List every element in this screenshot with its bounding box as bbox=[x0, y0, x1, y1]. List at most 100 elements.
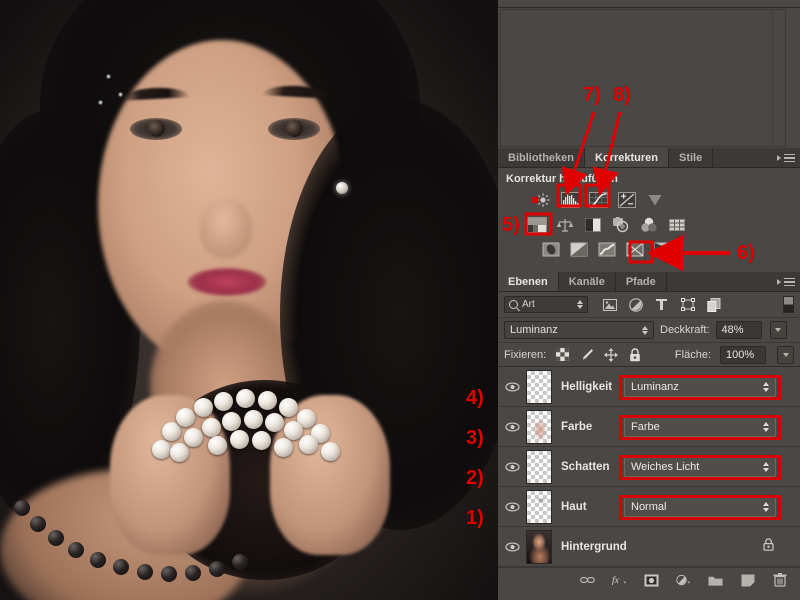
layers-panel-menu-icon[interactable] bbox=[779, 276, 795, 288]
layers-panel: Ebenen Kanäle Pfade Art bbox=[498, 272, 800, 592]
link-layers-icon[interactable] bbox=[580, 573, 595, 588]
color-balance-icon[interactable] bbox=[554, 216, 575, 233]
corrections-panel-menu-icon[interactable] bbox=[779, 152, 795, 164]
glitter-sparkle bbox=[106, 74, 111, 79]
filter-kind-select[interactable]: Art bbox=[504, 296, 588, 313]
corrections-title: Korrektur hinzufügen bbox=[498, 168, 800, 187]
layer-row-helligkeit[interactable]: Helligkeit Luminanz bbox=[498, 367, 800, 407]
layer-thumbnail[interactable] bbox=[526, 370, 552, 404]
tab-korrekturen[interactable]: Korrekturen bbox=[585, 148, 669, 167]
layer-blend-mode-select[interactable]: Farbe bbox=[624, 417, 776, 437]
opacity-label: Deckkraft: bbox=[660, 324, 710, 336]
tab-pfade[interactable]: Pfade bbox=[616, 272, 667, 291]
layer-blend-mode-select[interactable]: Weiches Licht bbox=[624, 457, 776, 477]
posterize-icon[interactable] bbox=[568, 241, 589, 258]
layer-row-haut[interactable]: Haut Normal bbox=[498, 487, 800, 527]
layer-blend-mode-value: Weiches Licht bbox=[631, 461, 699, 473]
tab-ebenen[interactable]: Ebenen bbox=[498, 272, 559, 291]
layer-mask-icon[interactable] bbox=[644, 573, 659, 588]
corrections-tabbar: Bibliotheken Korrekturen Stile bbox=[498, 148, 800, 168]
levels-icon[interactable] bbox=[560, 191, 581, 208]
black-white-icon[interactable] bbox=[582, 216, 603, 233]
lock-image-pixels-icon[interactable] bbox=[579, 347, 594, 362]
hue-saturation-icon[interactable] bbox=[526, 216, 547, 233]
layer-thumbnail[interactable] bbox=[526, 410, 552, 444]
layer-name: Haut bbox=[561, 501, 587, 513]
blend-mode-select[interactable]: Luminanz bbox=[504, 321, 654, 339]
layer-visibility-toggle[interactable] bbox=[498, 542, 526, 552]
new-adjustment-layer-icon[interactable] bbox=[676, 573, 691, 588]
chevron-updown-icon bbox=[642, 326, 648, 335]
brightness-contrast-icon[interactable] bbox=[532, 191, 553, 208]
selective-color-icon[interactable] bbox=[624, 241, 645, 258]
layer-visibility-toggle[interactable] bbox=[498, 422, 526, 432]
photo-filter-icon[interactable] bbox=[610, 216, 631, 233]
lock-position-icon[interactable] bbox=[603, 347, 618, 362]
black-bead bbox=[30, 516, 46, 532]
search-icon bbox=[509, 300, 518, 309]
nose-region bbox=[200, 200, 252, 258]
fill-dropdown-button[interactable] bbox=[777, 346, 794, 364]
tab-kanaele[interactable]: Kanäle bbox=[559, 272, 616, 291]
black-bead bbox=[161, 566, 177, 582]
invert-icon[interactable] bbox=[540, 241, 561, 258]
type-layer-filter-icon[interactable] bbox=[654, 297, 669, 312]
black-bead bbox=[113, 559, 129, 575]
layer-row-schatten[interactable]: Schatten Weiches Licht bbox=[498, 447, 800, 487]
layer-filter-bar: Art bbox=[498, 292, 800, 318]
layers-bottom-toolbar: fx bbox=[498, 567, 800, 592]
blend-mode-bar: Luminanz Deckkraft: 48% bbox=[498, 318, 800, 343]
earring bbox=[336, 182, 348, 194]
layer-visibility-toggle[interactable] bbox=[498, 382, 526, 392]
svg-text:fx: fx bbox=[612, 575, 620, 586]
pixel-layer-filter-icon[interactable] bbox=[602, 297, 617, 312]
new-layer-icon[interactable] bbox=[740, 573, 755, 588]
channel-mixer-icon[interactable] bbox=[638, 216, 659, 233]
layer-name: Helligkeit bbox=[561, 381, 612, 393]
black-bead bbox=[14, 500, 30, 516]
black-bead bbox=[232, 554, 248, 570]
lock-bar: Fixieren: Fläche: 100% bbox=[498, 343, 800, 367]
black-bead bbox=[90, 552, 106, 568]
color-lookup-icon[interactable] bbox=[666, 216, 687, 233]
filter-enable-toggle[interactable] bbox=[783, 296, 794, 313]
tab-stile[interactable]: Stile bbox=[669, 148, 713, 167]
opacity-value-field[interactable]: 48% bbox=[716, 321, 762, 339]
vibrance-icon[interactable] bbox=[644, 191, 665, 208]
empty-panel-area bbox=[500, 9, 786, 147]
exposure-icon[interactable] bbox=[616, 191, 637, 208]
layer-thumbnail[interactable] bbox=[526, 450, 552, 484]
layer-blend-mode-select[interactable]: Normal bbox=[624, 497, 776, 517]
adjustment-row-2 bbox=[498, 212, 800, 237]
adjustment-row-3 bbox=[498, 237, 800, 262]
chevron-updown-icon bbox=[577, 300, 583, 309]
opacity-dropdown-button[interactable] bbox=[770, 321, 787, 339]
layer-row-hintergrund[interactable]: Hintergrund bbox=[498, 527, 800, 567]
gradient-map-icon[interactable] bbox=[652, 241, 673, 258]
layer-thumbnail[interactable] bbox=[526, 490, 552, 524]
delete-layer-icon[interactable] bbox=[772, 573, 787, 588]
layer-visibility-toggle[interactable] bbox=[498, 462, 526, 472]
layer-visibility-toggle[interactable] bbox=[498, 502, 526, 512]
adjustment-layer-filter-icon[interactable] bbox=[628, 297, 643, 312]
layer-style-fx-icon[interactable]: fx bbox=[612, 573, 627, 588]
layer-blend-mode-select[interactable]: Luminanz bbox=[624, 377, 776, 397]
pearl-bracelet bbox=[148, 388, 348, 478]
empty-panel-scrollbar[interactable] bbox=[772, 10, 785, 146]
glitter-sparkle bbox=[118, 92, 123, 97]
curves-icon[interactable] bbox=[588, 191, 609, 208]
lock-all-icon[interactable] bbox=[627, 347, 642, 362]
shape-layer-filter-icon[interactable] bbox=[680, 297, 695, 312]
layer-thumbnail[interactable] bbox=[526, 530, 552, 564]
fill-value-field[interactable]: 100% bbox=[720, 346, 766, 364]
smart-object-filter-icon[interactable] bbox=[706, 297, 721, 312]
photo-canvas[interactable] bbox=[0, 0, 498, 600]
new-group-icon[interactable] bbox=[708, 573, 723, 588]
adjustment-row-1 bbox=[498, 187, 800, 212]
threshold-icon[interactable] bbox=[596, 241, 617, 258]
layer-row-farbe[interactable]: Farbe Farbe bbox=[498, 407, 800, 447]
tab-bibliotheken[interactable]: Bibliotheken bbox=[498, 148, 585, 167]
panel-top-strip bbox=[498, 0, 800, 8]
lock-transparent-pixels-icon[interactable] bbox=[555, 347, 570, 362]
layer-list: Helligkeit Luminanz Farbe Farbe bbox=[498, 367, 800, 567]
